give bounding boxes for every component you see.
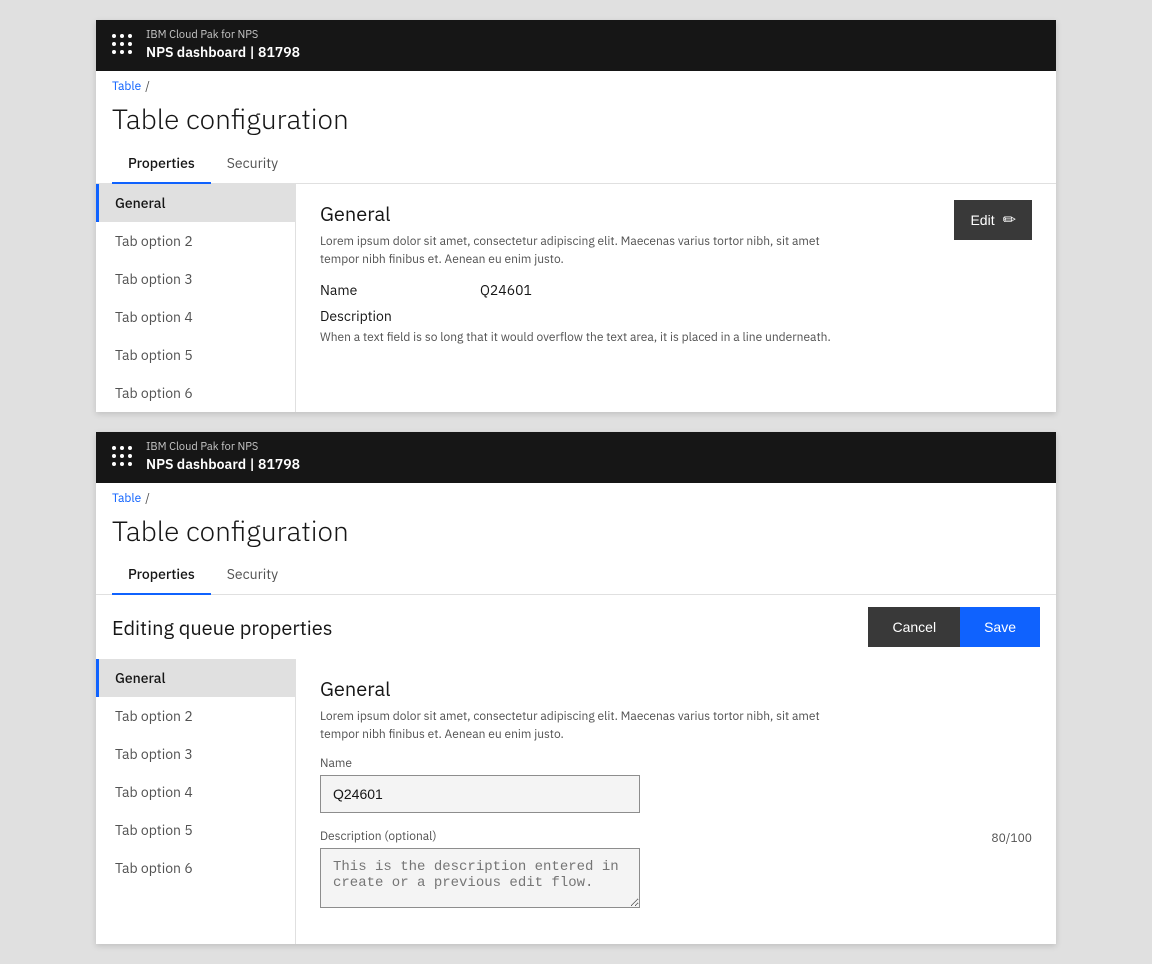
main-content-view: General Lorem ipsum dolor sit amet, cons… [296,184,1056,412]
topbar-text: IBM Cloud Pak for NPS NPS dashboard | 81… [146,28,300,63]
section-title-2: General [320,675,1032,702]
section-title: General [320,200,831,227]
side-nav-2: General Tab option 2 Tab option 3 Tab op… [96,659,296,944]
topbar-text-2: IBM Cloud Pak for NPS NPS dashboard | 81… [146,440,300,475]
page-title: Table configuration [112,102,1040,136]
side-nav-item-5[interactable]: Tab option 5 [96,336,295,374]
content-area-2: General Tab option 2 Tab option 3 Tab op… [96,659,1056,944]
desc-label: Description [320,307,831,325]
section-desc-2: Lorem ipsum dolor sit amet, consectetur … [320,708,820,744]
cancel-button[interactable]: Cancel [868,607,960,647]
dashboard-title-2: NPS dashboard | 81798 [146,455,300,475]
editing-title: Editing queue properties [112,614,333,641]
desc-value: When a text field is so long that it wou… [320,329,831,347]
side-nav-item-2[interactable]: Tab option 2 [96,222,295,260]
section-desc: Lorem ipsum dolor sit amet, consectetur … [320,233,820,269]
edit-icon: ✏ [1003,210,1016,230]
side-nav-item-5b[interactable]: Tab option 5 [96,811,295,849]
name-field-row: Name Q24601 [320,281,831,299]
desc-form-group: Description (optional) 80/100 [320,829,1032,912]
side-nav-item-6b[interactable]: Tab option 6 [96,849,295,887]
card-view-mode: IBM Cloud Pak for NPS NPS dashboard | 81… [96,20,1056,412]
side-nav-item-3[interactable]: Tab option 3 [96,260,295,298]
breadcrumb-2: Table / [96,483,1056,506]
page-header-2: Table configuration [96,506,1056,548]
app-name: IBM Cloud Pak for NPS [146,28,300,43]
name-input-label: Name [320,756,1032,771]
tabs-bar-2: Properties Security [96,555,1056,595]
desc-counter: 80/100 [991,831,1032,846]
action-buttons: Cancel Save [868,607,1040,647]
desc-textarea[interactable] [320,848,640,908]
side-nav: General Tab option 2 Tab option 3 Tab op… [96,184,296,412]
card-edit-mode: IBM Cloud Pak for NPS NPS dashboard | 81… [96,432,1056,945]
breadcrumb: Table / [96,71,1056,94]
topbar-2: IBM Cloud Pak for NPS NPS dashboard | 81… [96,432,1056,483]
name-input[interactable] [320,775,640,813]
tabs-bar: Properties Security [96,144,1056,184]
side-nav-item-4[interactable]: Tab option 4 [96,298,295,336]
content-area: General Tab option 2 Tab option 3 Tab op… [96,184,1056,412]
desc-field-block: Description When a text field is so long… [320,307,831,347]
edit-button[interactable]: Edit ✏ [954,200,1032,240]
name-label: Name [320,281,480,299]
breadcrumb-link-2[interactable]: Table [112,491,141,506]
side-nav-item-6[interactable]: Tab option 6 [96,374,295,412]
edit-button-label: Edit [970,212,994,228]
page-title-2: Table configuration [112,514,1040,548]
tab-properties-2[interactable]: Properties [112,555,211,595]
desc-input-label: Description (optional) [320,829,436,844]
breadcrumb-link[interactable]: Table [112,79,141,94]
breadcrumb-separator-2: / [145,491,150,506]
desc-label-row: Description (optional) 80/100 [320,829,1032,848]
side-nav-item-3b[interactable]: Tab option 3 [96,735,295,773]
side-nav-item-general[interactable]: General [96,184,295,222]
tab-security-2[interactable]: Security [211,555,294,595]
page-header: Table configuration [96,94,1056,136]
tab-properties[interactable]: Properties [112,144,211,184]
main-content-edit: General Lorem ipsum dolor sit amet, cons… [296,659,1056,944]
side-nav-item-4b[interactable]: Tab option 4 [96,773,295,811]
app-menu-icon-2[interactable] [112,446,134,468]
app-menu-icon[interactable] [112,34,134,56]
dashboard-title: NPS dashboard | 81798 [146,43,300,63]
name-value: Q24601 [480,281,532,299]
save-button[interactable]: Save [960,607,1040,647]
tab-security[interactable]: Security [211,144,294,184]
name-form-group: Name [320,756,1032,813]
breadcrumb-separator: / [145,79,150,94]
side-nav-item-2b[interactable]: Tab option 2 [96,697,295,735]
side-nav-item-general-2[interactable]: General [96,659,295,697]
topbar: IBM Cloud Pak for NPS NPS dashboard | 81… [96,20,1056,71]
app-name-2: IBM Cloud Pak for NPS [146,440,300,455]
editing-header: Editing queue properties Cancel Save [96,595,1056,659]
